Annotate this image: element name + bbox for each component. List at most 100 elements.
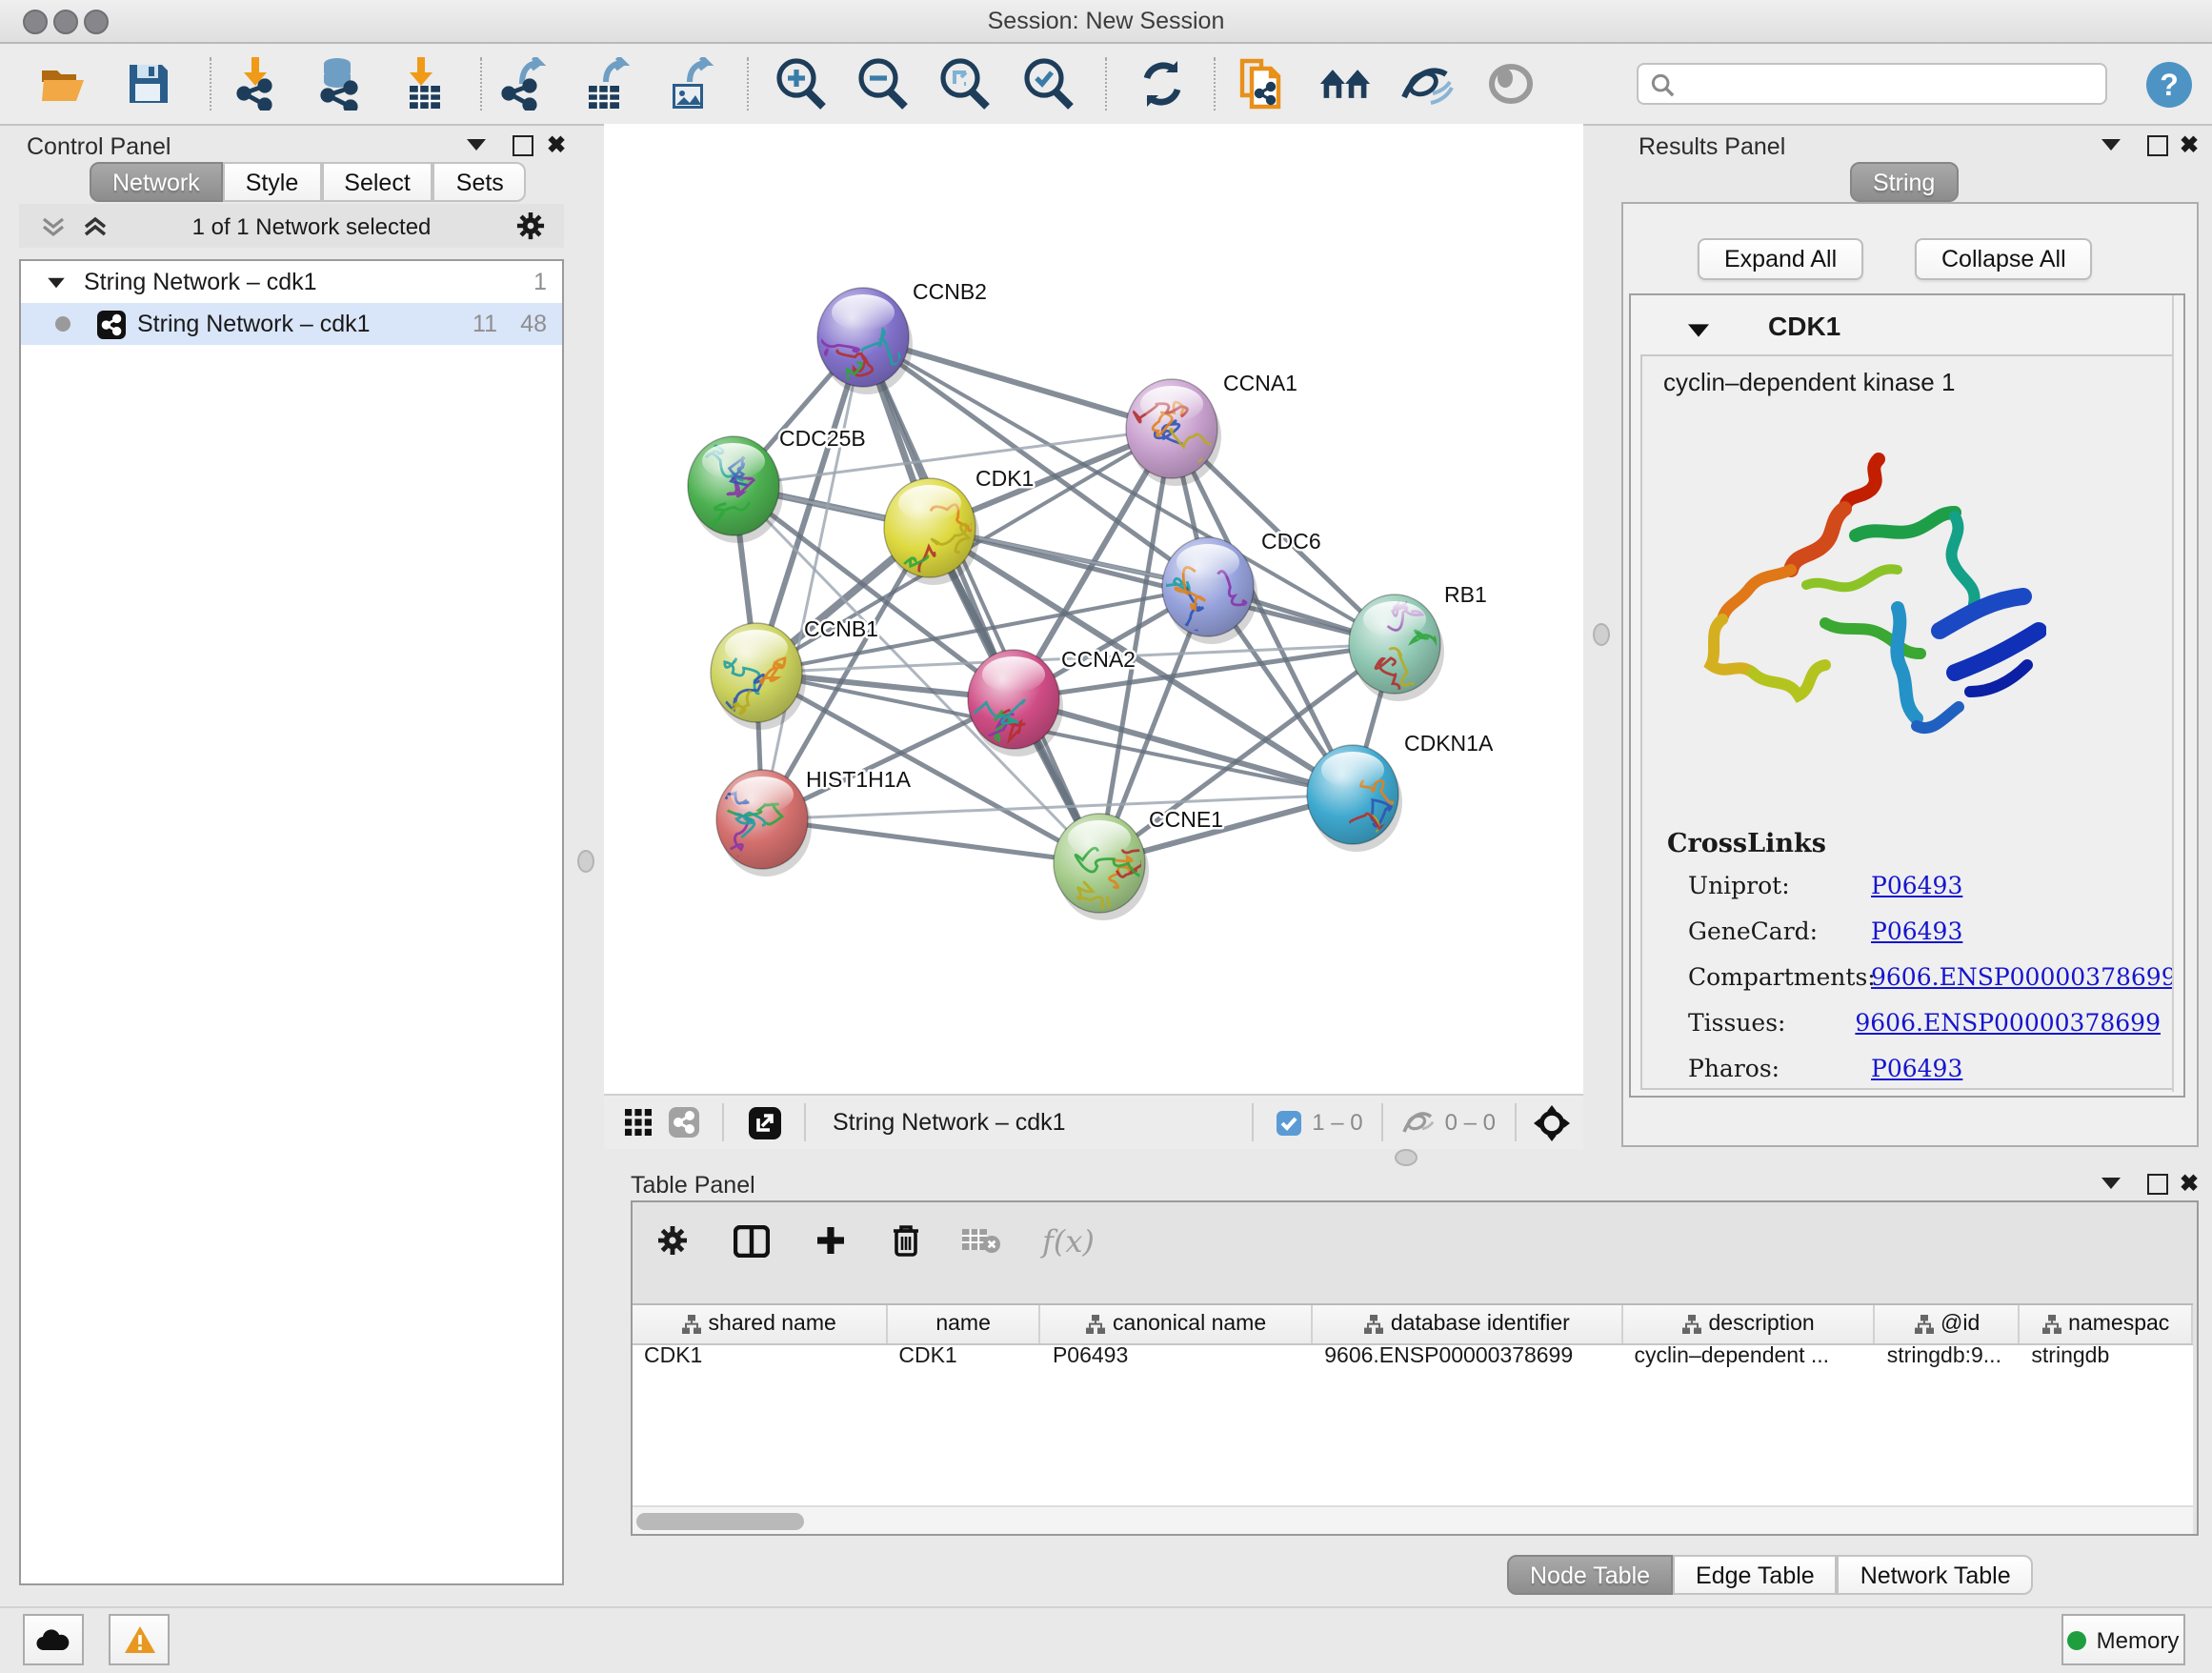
network-node-cdc6[interactable] <box>1149 537 1258 644</box>
tab-style[interactable]: Style <box>223 162 322 202</box>
tab-select[interactable]: Select <box>321 162 433 202</box>
selected-checkbox-icon[interactable] <box>1276 1110 1300 1135</box>
hide-selected-icon[interactable] <box>1400 57 1454 111</box>
network-node-rb1[interactable] <box>1349 595 1444 701</box>
table-hscrollbar-thumb[interactable] <box>636 1512 804 1529</box>
create-column-icon[interactable] <box>815 1225 846 1256</box>
table-cell[interactable]: CDK1 <box>633 1345 887 1380</box>
export-table-icon[interactable] <box>579 57 633 111</box>
results-panel-float-icon[interactable] <box>2147 135 2168 156</box>
table-cell[interactable]: CDK1 <box>887 1345 1041 1380</box>
tab-network-table[interactable]: Network Table <box>1838 1555 2034 1595</box>
network-node-ccne1[interactable] <box>1054 814 1149 920</box>
show-all-icon[interactable] <box>1484 57 1538 111</box>
crosslink-link[interactable]: P06493 <box>1871 871 1962 899</box>
tab-string[interactable]: String <box>1850 162 1958 202</box>
expand-all-networks-icon[interactable] <box>84 214 107 237</box>
table-gear-icon[interactable] <box>657 1225 688 1256</box>
control-panel-collapse-icon[interactable] <box>467 137 486 152</box>
column-header-name[interactable]: name <box>887 1305 1041 1343</box>
network-node-cdk1[interactable] <box>865 478 984 593</box>
network-node-hist1h1a[interactable] <box>713 770 812 877</box>
import-network-icon[interactable] <box>231 57 284 111</box>
center-view-icon[interactable] <box>1534 1104 1570 1140</box>
tab-network[interactable]: Network <box>90 162 223 202</box>
home-networks-icon[interactable] <box>1318 57 1372 111</box>
refresh-icon[interactable] <box>1136 57 1189 111</box>
zoom-selected-icon[interactable] <box>1021 57 1075 111</box>
results-panel-collapse-icon[interactable] <box>2101 137 2121 152</box>
network-node-cdc25b[interactable] <box>688 436 783 543</box>
gene-description: cyclin–dependent kinase 1 <box>1663 368 1955 396</box>
table-cell[interactable]: stringdb <box>2020 1345 2193 1380</box>
import-database-icon[interactable] <box>312 57 366 111</box>
network-node-cdkn1a[interactable] <box>1307 745 1421 862</box>
help-icon[interactable]: ? <box>2142 57 2195 111</box>
tab-edge-table[interactable]: Edge Table <box>1673 1555 1838 1595</box>
table-row[interactable]: CDK1CDK1P064939606.ENSP00000378699cyclin… <box>633 1345 2193 1380</box>
network-row[interactable]: String Network – cdk1 11 48 <box>21 303 562 345</box>
warnings-button[interactable] <box>109 1614 170 1665</box>
network-canvas[interactable]: CCNB2CCNA1CDC25BCDK1CDC6RB1CCNB1CCNA2CDK… <box>604 124 1583 1094</box>
import-table-icon[interactable] <box>398 57 452 111</box>
network-node-ccnb2[interactable] <box>812 288 913 408</box>
column-header-shared-name[interactable]: shared name <box>633 1305 887 1343</box>
column-label: description <box>1709 1313 1815 1336</box>
network-share-icon[interactable] <box>669 1107 699 1138</box>
column-header-description[interactable]: description <box>1622 1305 1875 1343</box>
results-panel-close-icon[interactable]: ✖ <box>2180 131 2199 158</box>
control-panel-close-icon[interactable]: ✖ <box>547 131 566 158</box>
table-header-row[interactable]: shared namenamecanonical namedatabase id… <box>633 1305 2193 1345</box>
column-header-namespac[interactable]: namespac <box>2020 1305 2193 1343</box>
table-cell[interactable]: cyclin–dependent ... <box>1622 1345 1875 1380</box>
zoom-in-icon[interactable] <box>774 57 827 111</box>
open-session-icon[interactable] <box>38 57 91 111</box>
cloud-button[interactable] <box>23 1614 84 1665</box>
crosslink-link[interactable]: 9606.ENSP00000378699 <box>1871 962 2177 991</box>
toolbar-search[interactable] <box>1637 63 2107 105</box>
tab-sets[interactable]: Sets <box>433 162 527 202</box>
collapse-all-button[interactable]: Collapse All <box>1915 238 2093 280</box>
table-panel-close-icon[interactable]: ✖ <box>2180 1170 2199 1197</box>
table-cell[interactable]: P06493 <box>1041 1345 1313 1380</box>
zoom-out-icon[interactable] <box>855 57 909 111</box>
control-panel-float-icon[interactable] <box>513 135 533 156</box>
crosslink-link[interactable]: P06493 <box>1871 917 1962 945</box>
open-in-window-icon[interactable] <box>749 1106 781 1139</box>
column-header--id[interactable]: @id <box>1876 1305 2021 1343</box>
table-cell[interactable]: 9606.ENSP00000378699 <box>1313 1345 1622 1380</box>
show-columns-icon[interactable] <box>734 1224 770 1257</box>
memory-button[interactable]: Memory <box>2061 1614 2185 1665</box>
collapse-all-networks-icon[interactable] <box>42 214 65 237</box>
network-node-ccna1[interactable] <box>1126 379 1221 486</box>
left-splitter-grip[interactable] <box>577 850 594 873</box>
column-header-database-identifier[interactable]: database identifier <box>1313 1305 1622 1343</box>
delete-column-icon[interactable] <box>892 1223 920 1258</box>
clone-network-icon[interactable] <box>1235 57 1288 111</box>
gene-name[interactable]: CDK1 <box>1768 311 1840 341</box>
crosslink-link[interactable]: P06493 <box>1871 1054 1962 1082</box>
export-image-icon[interactable] <box>663 57 716 111</box>
table-hscrollbar[interactable] <box>633 1505 2193 1534</box>
collection-count: 1 <box>533 269 547 295</box>
tab-node-table[interactable]: Node Table <box>1507 1555 1673 1595</box>
export-network-icon[interactable] <box>497 57 551 111</box>
search-input[interactable] <box>1675 69 2063 99</box>
table-panel-collapse-icon[interactable] <box>2101 1176 2121 1191</box>
network-collection-row[interactable]: String Network – cdk1 1 <box>21 261 562 303</box>
results-scrollbar[interactable] <box>2172 295 2183 1092</box>
table-panel-float-icon[interactable] <box>2147 1174 2168 1195</box>
collection-label: String Network – cdk1 <box>84 269 317 295</box>
save-session-icon[interactable] <box>122 57 175 111</box>
expand-all-button[interactable]: Expand All <box>1698 238 1863 280</box>
network-options-gear-icon[interactable] <box>516 212 545 240</box>
right-splitter-grip[interactable] <box>1593 623 1610 646</box>
tree-expander-icon[interactable] <box>48 275 65 289</box>
table-cell[interactable]: stringdb:9... <box>1876 1345 2021 1380</box>
birdseye-grid-icon[interactable] <box>625 1109 652 1136</box>
bottom-splitter-grip[interactable] <box>1395 1149 1418 1166</box>
column-header-canonical-name[interactable]: canonical name <box>1041 1305 1313 1343</box>
crosslink-link[interactable]: 9606.ENSP00000378699 <box>1855 1008 2161 1037</box>
gene-collapse-icon[interactable] <box>1688 322 1709 339</box>
zoom-fit-icon[interactable] <box>937 57 991 111</box>
